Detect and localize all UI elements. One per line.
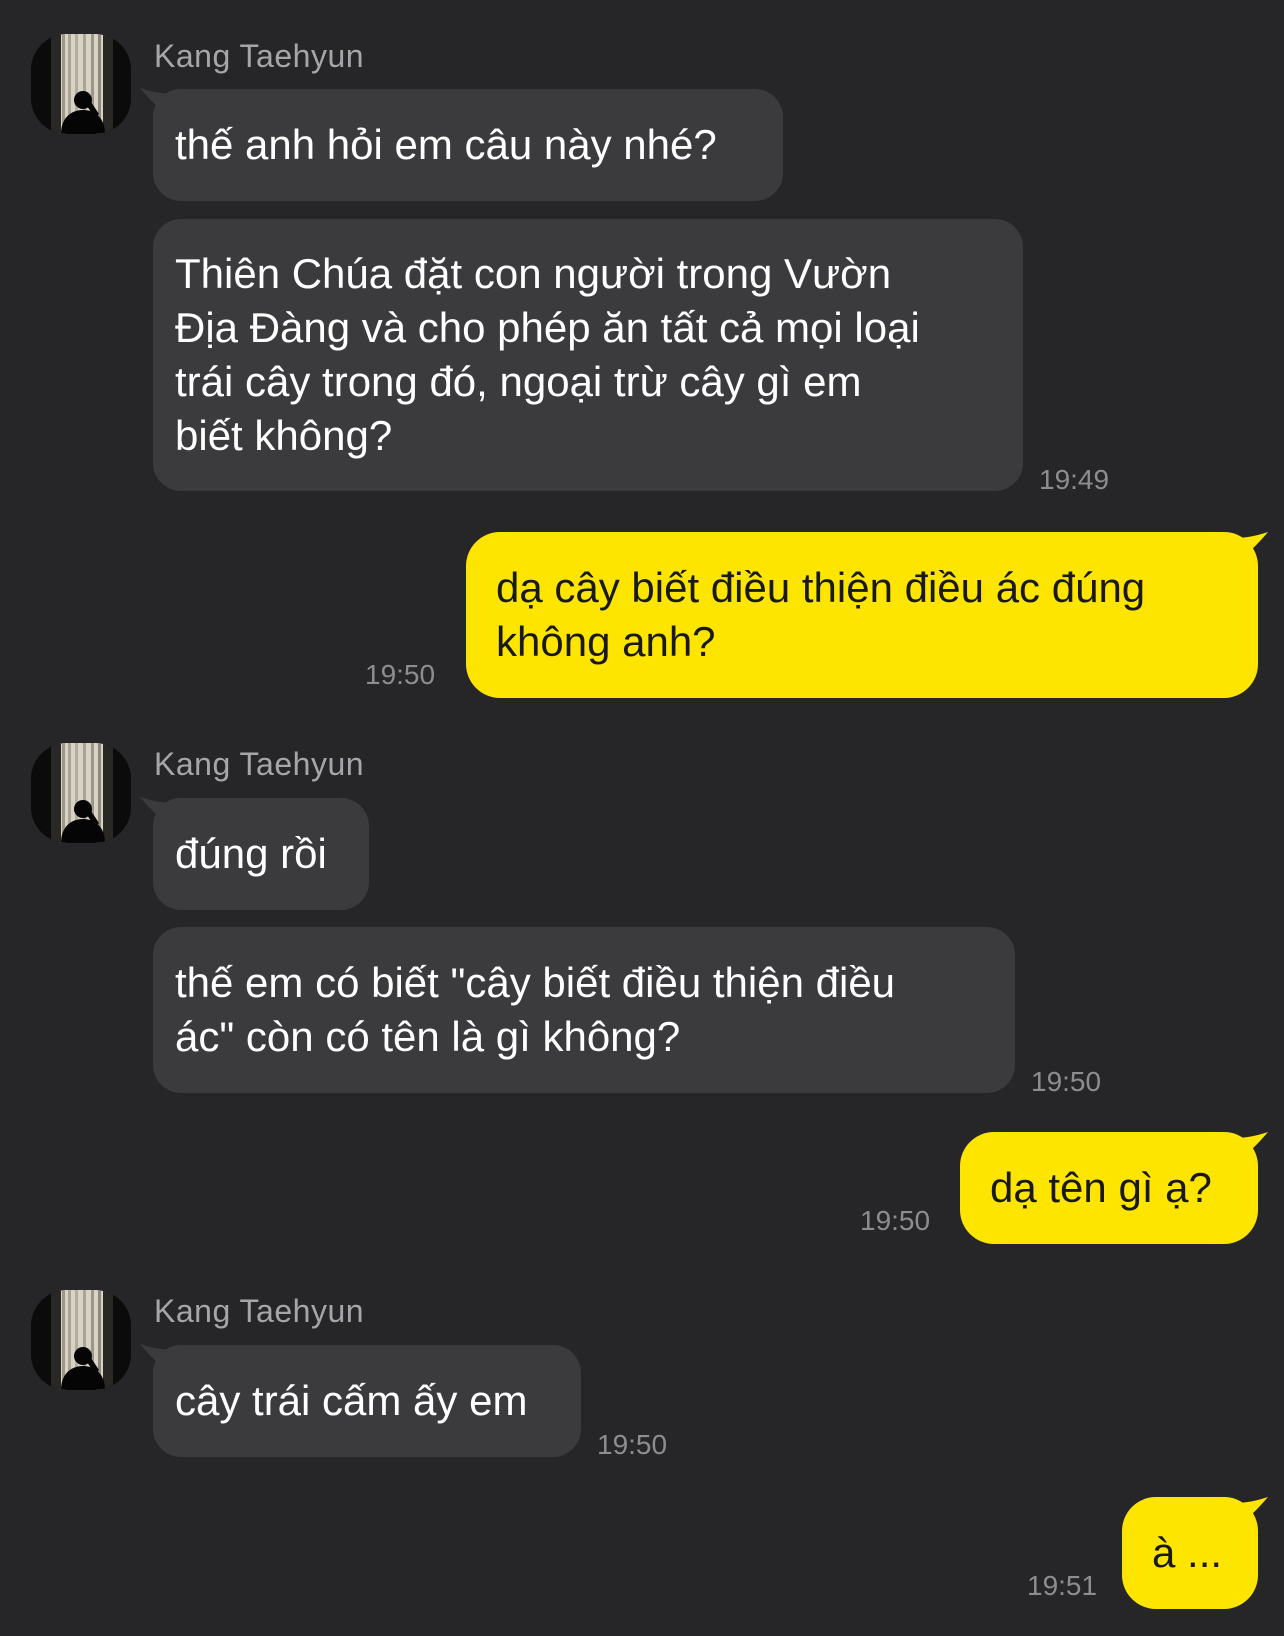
message-timestamp: 19:49 [1039,464,1110,495]
silhouette-window-avatar-icon [31,34,131,134]
message-text: cây trái cấm ấy em [175,1377,528,1424]
message-text: thế em có biết "cây biết điều thiện điều… [175,959,896,1060]
message-text: dạ cây biết điều thiện điều ác đúng khôn… [496,564,1146,665]
outgoing-message-bubble[interactable]: dạ tên gì ạ? [960,1132,1258,1244]
message-text: dạ tên gì ạ? [990,1164,1212,1211]
outgoing-message-bubble[interactable]: dạ cây biết điều thiện điều ác đúng khôn… [466,532,1258,698]
sender-name: Kang Taehyun [154,38,365,74]
sender-avatar[interactable] [31,1290,131,1390]
message-timestamp: 19:50 [597,1429,668,1460]
message-timestamp: 19:50 [860,1205,931,1236]
message-text: đúng rồi [175,830,327,877]
sender-name: Kang Taehyun [154,746,365,782]
message-timestamp: 19:51 [1027,1570,1098,1601]
message-timestamp: 19:50 [1031,1066,1102,1097]
sender-name: Kang Taehyun [154,1293,365,1329]
bubble-tail [1234,532,1268,562]
silhouette-window-avatar-icon [31,1290,131,1390]
incoming-message-bubble[interactable]: thế em có biết "cây biết điều thiện điều… [153,927,1015,1093]
incoming-message-bubble[interactable]: Thiên Chúa đặt con người trong Vườn Địa … [153,219,1023,491]
message-text: Thiên Chúa đặt con người trong Vườn Địa … [175,250,920,459]
message-text: thế anh hỏi em câu này nhé? [175,121,717,168]
incoming-message-bubble[interactable]: đúng rồi [153,798,369,910]
incoming-message-bubble[interactable]: thế anh hỏi em câu này nhé? [153,89,783,201]
message-text: à ... [1152,1529,1223,1576]
message-timestamp: 19:50 [365,659,436,690]
sender-avatar[interactable] [31,743,131,843]
silhouette-window-avatar-icon [31,743,131,843]
incoming-message-bubble[interactable]: cây trái cấm ấy em [153,1345,581,1457]
bubble-tail [1234,1132,1268,1162]
bubble-tail [1234,1497,1268,1527]
sender-avatar[interactable] [31,34,131,134]
